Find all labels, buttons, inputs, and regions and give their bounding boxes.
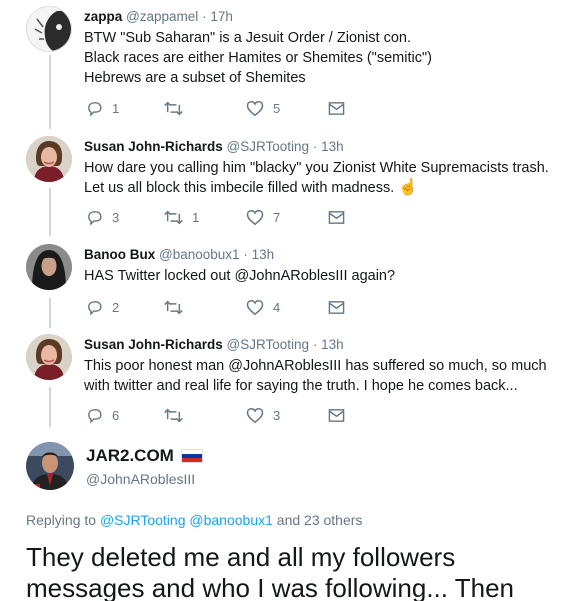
avatar[interactable] bbox=[26, 136, 72, 182]
retweet-icon bbox=[164, 210, 183, 224]
reply-count: 6 bbox=[112, 407, 120, 423]
reply-icon bbox=[88, 300, 102, 316]
author-handle[interactable]: @zappamel bbox=[126, 9, 198, 24]
direct-message-button[interactable] bbox=[328, 207, 345, 227]
timestamp[interactable]: 13h bbox=[321, 337, 344, 352]
reply-count: 3 bbox=[112, 209, 120, 225]
tweet-text-line: HAS Twitter locked out @JohnARoblesIII a… bbox=[84, 268, 396, 284]
retweet-icon bbox=[164, 101, 183, 115]
avatar[interactable] bbox=[26, 442, 74, 490]
tweet-header: Susan John-Richards @SJRTooting · 13h bbox=[84, 336, 562, 354]
retweet-count: 1 bbox=[192, 209, 200, 225]
timestamp[interactable]: 17h bbox=[210, 9, 233, 24]
like-icon bbox=[246, 100, 264, 116]
mention-link[interactable]: @banoobux1 bbox=[189, 512, 273, 528]
retweet-button[interactable] bbox=[164, 297, 192, 317]
tweet-text: BTW "Sub Saharan" is a Jesuit Order / Zi… bbox=[84, 28, 562, 88]
timestamp[interactable]: 13h bbox=[252, 247, 275, 262]
tweet-header: zappa @zappamel · 17h bbox=[84, 8, 562, 26]
retweet-icon bbox=[164, 408, 183, 422]
direct-message-icon bbox=[328, 300, 345, 314]
reply-icon bbox=[88, 101, 102, 117]
reply-button[interactable]: 2 bbox=[86, 297, 119, 317]
author-name[interactable]: Susan John-Richards bbox=[84, 139, 223, 154]
main-tweet-author: JAR2.COM @JohnARoblesIII bbox=[26, 440, 570, 496]
tweet-text-line: BTW "Sub Saharan" is a Jesuit Order / Zi… bbox=[84, 30, 412, 46]
reply-count: 2 bbox=[112, 299, 120, 315]
author-name[interactable]: JAR2.COM bbox=[86, 446, 174, 466]
mention-link[interactable]: @SJRTooting bbox=[100, 512, 186, 528]
reply-button[interactable]: 3 bbox=[86, 207, 119, 227]
main-author-name-row: JAR2.COM bbox=[86, 446, 203, 466]
retweet-button[interactable]: 1 bbox=[164, 207, 199, 227]
author-handle[interactable]: @banoobux1 bbox=[159, 247, 240, 262]
like-icon bbox=[246, 407, 264, 423]
tweet-text: How dare you calling him "blacky" you Zi… bbox=[84, 158, 562, 198]
russia-flag-icon bbox=[180, 449, 203, 463]
separator-dot: · bbox=[202, 9, 207, 24]
direct-message-icon bbox=[328, 101, 345, 115]
like-count: 4 bbox=[273, 299, 281, 315]
like-button[interactable]: 7 bbox=[246, 207, 280, 227]
separator-dot: · bbox=[312, 337, 318, 352]
tweet-header: Susan John-Richards @SJRTooting · 13h bbox=[84, 138, 562, 156]
author-handle[interactable]: @SJRTooting bbox=[227, 337, 310, 352]
retweet-button[interactable] bbox=[164, 98, 192, 118]
author-handle[interactable]: @SJRTooting bbox=[227, 139, 310, 154]
timestamp[interactable]: 13h bbox=[321, 139, 344, 154]
direct-message-icon bbox=[328, 408, 345, 422]
author-name[interactable]: zappa bbox=[84, 9, 122, 24]
author-name[interactable]: Susan John-Richards bbox=[84, 337, 223, 352]
main-tweet-text: They deleted me and all my followers mes… bbox=[26, 542, 515, 601]
tweet-text-line: This poor honest man @JohnARoblesIII has… bbox=[84, 358, 547, 394]
tweet[interactable]: Susan John-Richards @SJRTooting · 13h Th… bbox=[0, 328, 570, 428]
like-button[interactable]: 3 bbox=[246, 405, 280, 425]
like-icon bbox=[246, 209, 264, 225]
tweet-text: This poor honest man @JohnARoblesIII has… bbox=[84, 356, 562, 396]
tweet-text-line: Black races are either Hamites or Shemit… bbox=[84, 50, 432, 66]
reply-icon bbox=[88, 210, 102, 226]
replying-to: Replying to @SJRTooting @banoobux1 and 2… bbox=[26, 512, 362, 528]
like-icon bbox=[246, 299, 264, 315]
tweet-text: HAS Twitter locked out @JohnARoblesIII a… bbox=[84, 266, 562, 286]
retweet-icon bbox=[164, 300, 183, 314]
tweet[interactable]: zappa @zappamel · 17h BTW "Sub Saharan" … bbox=[0, 0, 570, 130]
reply-button[interactable]: 6 bbox=[86, 405, 119, 425]
author-name[interactable]: Banoo Bux bbox=[84, 247, 155, 262]
like-button[interactable]: 5 bbox=[246, 98, 280, 118]
like-count: 7 bbox=[273, 209, 281, 225]
retweet-button[interactable] bbox=[164, 405, 192, 425]
tweet-header: Banoo Bux @banoobux1 · 13h bbox=[84, 246, 562, 264]
avatar[interactable] bbox=[26, 334, 72, 380]
author-handle[interactable]: @JohnARoblesIII bbox=[86, 471, 195, 487]
tweet[interactable]: Banoo Bux @banoobux1 · 13h HAS Twitter l… bbox=[0, 238, 570, 320]
tweet-text-line: Hebrews are a subset of Shemites bbox=[84, 70, 306, 86]
separator-dot: · bbox=[312, 139, 318, 154]
reply-button[interactable]: 1 bbox=[86, 98, 119, 118]
direct-message-icon bbox=[328, 210, 345, 224]
reply-count: 1 bbox=[112, 100, 120, 116]
like-count: 3 bbox=[273, 407, 281, 423]
tweet-text-content: How dare you calling him "blacky" you Zi… bbox=[84, 160, 549, 196]
reply-icon bbox=[88, 408, 102, 424]
direct-message-button[interactable] bbox=[328, 405, 345, 425]
pointing-hand-emoji: ☝ bbox=[398, 179, 419, 196]
separator-dot: · bbox=[243, 247, 248, 262]
tweet-text-line: How dare you calling him "blacky" you Zi… bbox=[84, 158, 562, 198]
avatar[interactable] bbox=[26, 244, 72, 290]
avatar[interactable] bbox=[26, 6, 72, 52]
replying-prefix: Replying to bbox=[26, 512, 97, 528]
tweet[interactable]: Susan John-Richards @SJRTooting · 13h Ho… bbox=[0, 130, 570, 230]
direct-message-button[interactable] bbox=[328, 297, 345, 317]
like-count: 5 bbox=[273, 100, 281, 116]
others-link[interactable]: and 23 others bbox=[277, 512, 363, 528]
direct-message-button[interactable] bbox=[328, 98, 345, 118]
like-button[interactable]: 4 bbox=[246, 297, 280, 317]
